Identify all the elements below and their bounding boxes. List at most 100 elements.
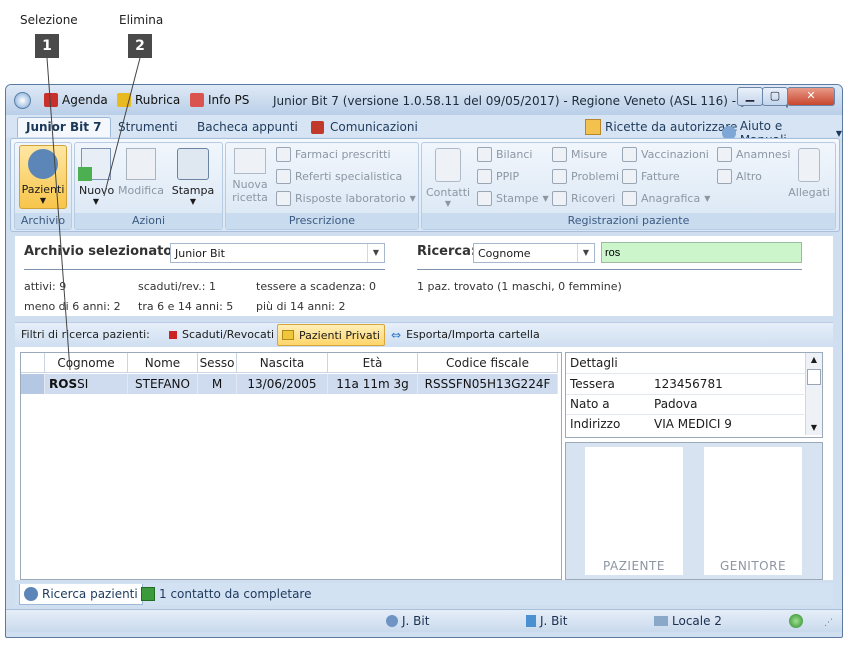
allegati-button[interactable]: Allegati	[787, 145, 831, 199]
filter-privati-label: Pazienti Privati	[299, 328, 380, 342]
group-prescrizione: Nuova ricetta Farmaci prescritti Referti…	[225, 142, 419, 230]
search-input[interactable]	[601, 242, 802, 263]
chevron-down-icon: ▼	[704, 194, 711, 203]
bilanci-button[interactable]: Bilanci	[477, 147, 532, 162]
farmaci-label: Farmaci prescritti	[295, 148, 391, 161]
anagrafica-label: Anagrafica	[641, 192, 701, 205]
fatture-button[interactable]: Fatture	[622, 169, 680, 184]
vaccinazioni-button[interactable]: Vaccinazioni	[622, 147, 709, 162]
patient-photo[interactable]: PAZIENTE	[585, 447, 683, 575]
grid-header-selector	[21, 353, 45, 373]
group-caption-archivio: Archivio	[15, 213, 71, 229]
hospital-icon	[552, 191, 567, 206]
other-icon	[717, 169, 732, 184]
list-icon	[477, 169, 492, 184]
patients-icon	[28, 149, 58, 179]
filter-scaduti-button[interactable]: Scaduti/Revocati	[165, 325, 278, 344]
quick-rubrica[interactable]: Rubrica	[117, 91, 180, 109]
search-result: 1 paz. trovato (1 maschi, 0 femmine)	[417, 280, 622, 293]
chevron-up-icon[interactable]: ▲	[806, 353, 822, 367]
ricette-autorizzare-button[interactable]: Ricette da autorizzare	[585, 119, 737, 135]
stat-meno-6: meno di 6 anni: 2	[24, 300, 121, 313]
misure-label: Misure	[571, 148, 608, 161]
scroll-thumb[interactable]	[807, 369, 821, 385]
group-archivio: Pazienti ▼ Archivio	[14, 142, 72, 230]
col-header-nome[interactable]: Nome	[128, 353, 198, 373]
col-header-codice-fiscale[interactable]: Codice fiscale	[418, 353, 558, 373]
document-icon	[477, 191, 492, 206]
col-header-cognome[interactable]: Cognome	[45, 353, 128, 373]
edit-icon	[126, 148, 156, 180]
lab-icon	[276, 191, 291, 206]
stampa-button[interactable]: Stampa ▼	[170, 145, 216, 206]
close-button[interactable]: ✕	[787, 87, 835, 106]
tab-bacheca-appunti[interactable]: Bacheca appunti	[189, 118, 306, 137]
archive-select[interactable]: Junior Bit ▼	[170, 243, 385, 263]
group-caption-azioni: Azioni	[75, 213, 222, 229]
nuovo-button[interactable]: Nuovo ▼	[78, 145, 114, 206]
app-icon[interactable]	[14, 92, 31, 109]
stat-scaduti: scaduti/rev.: 1	[138, 280, 216, 293]
status-user-1-label: J. Bit	[402, 614, 430, 628]
fatture-label: Fatture	[641, 170, 680, 183]
col-header-sesso[interactable]: Sesso	[198, 353, 237, 373]
ppip-button[interactable]: PPIP	[477, 169, 519, 184]
filter-label: Filtri di ricerca pazienti:	[21, 328, 150, 341]
id-card-icon	[622, 191, 637, 206]
modifica-button[interactable]: Modifica	[115, 145, 167, 197]
chevron-down-icon[interactable]: ▼	[806, 421, 822, 435]
pazienti-button[interactable]: Pazienti ▼	[19, 145, 67, 209]
risposte-laboratorio-button[interactable]: Risposte laboratorio ▼	[276, 191, 416, 206]
patients-icon	[24, 587, 38, 601]
group-caption-prescrizione: Prescrizione	[226, 213, 418, 229]
doctor-icon	[276, 169, 291, 184]
maximize-button[interactable]: ▢	[762, 87, 788, 106]
filter-privati-button[interactable]: Pazienti Privati	[277, 324, 385, 346]
archive-select-value: Junior Bit	[175, 247, 225, 260]
row-selector[interactable]	[21, 374, 45, 394]
archive-search-panel: Archivio selezionato: Junior Bit ▼ attiv…	[15, 236, 833, 316]
details-scrollbar[interactable]: ▲ ▼	[805, 353, 822, 435]
address-book-icon	[117, 93, 131, 107]
referti-specialistica-button[interactable]: Referti specialistica	[276, 169, 402, 184]
tab-strumenti[interactable]: Strumenti	[110, 118, 186, 137]
callout-label-selezione: Selezione	[20, 13, 78, 27]
tab-junior-bit[interactable]: Junior Bit 7	[17, 117, 111, 137]
new-document-icon	[78, 148, 111, 181]
anamnesi-button[interactable]: Anamnesi	[717, 147, 790, 162]
col-header-nascita[interactable]: Nascita	[237, 353, 328, 373]
anagrafica-button[interactable]: Anagrafica ▼	[622, 191, 710, 206]
quick-infops[interactable]: Info PS	[190, 91, 249, 109]
minimize-button[interactable]: ▁	[737, 87, 763, 106]
chevron-down-icon: ▼	[39, 196, 47, 205]
contatti-label: Contatti	[426, 186, 471, 199]
cell-eta: 11a 11m 3g	[328, 374, 418, 394]
risposte-label: Risposte laboratorio	[295, 192, 406, 205]
nuova-ricetta-button[interactable]: Nuova ricetta	[230, 145, 270, 204]
esporta-importa-button[interactable]: ⇔ Esporta/Importa cartella	[387, 325, 544, 344]
table-row[interactable]: ROSSI STEFANO M 13/06/2005 11a 11m 3g RS…	[21, 374, 558, 394]
misure-button[interactable]: Misure	[552, 147, 607, 162]
tab-contatto-da-completare[interactable]: 1 contatto da completare	[137, 584, 315, 604]
parent-photo[interactable]: GENITORE	[704, 447, 802, 575]
status-user-1: J. Bit	[386, 614, 429, 628]
parent-photo-label: GENITORE	[719, 559, 787, 573]
quick-agenda[interactable]: Agenda	[44, 91, 108, 109]
search-label: Ricerca:	[417, 244, 477, 259]
status-user-2-label: J. Bit	[540, 614, 568, 628]
problemi-button[interactable]: Problemi	[552, 169, 619, 184]
stampe-label: Stampe	[496, 192, 539, 205]
col-header-eta[interactable]: Età	[328, 353, 418, 373]
ricoveri-button[interactable]: Ricoveri	[552, 191, 615, 206]
farmaci-prescritti-button[interactable]: Farmaci prescritti	[276, 147, 391, 162]
contatti-button[interactable]: Contatti ▼	[426, 145, 470, 208]
cell-cognome-rest: SI	[77, 377, 89, 391]
resize-grip-icon[interactable]: ⋰	[824, 618, 833, 628]
stampe-button[interactable]: Stampe ▼	[477, 191, 549, 206]
altro-button[interactable]: Altro	[717, 169, 762, 184]
tab-comunicazioni[interactable]: Comunicazioni	[322, 118, 426, 137]
tab-ricerca-pazienti[interactable]: Ricerca pazienti	[19, 584, 143, 605]
ricoveri-label: Ricoveri	[571, 192, 616, 205]
group-azioni: Nuovo ▼ Modifica Stampa ▼ Azioni	[74, 142, 223, 230]
search-field-select[interactable]: Cognome ▼	[473, 243, 595, 263]
